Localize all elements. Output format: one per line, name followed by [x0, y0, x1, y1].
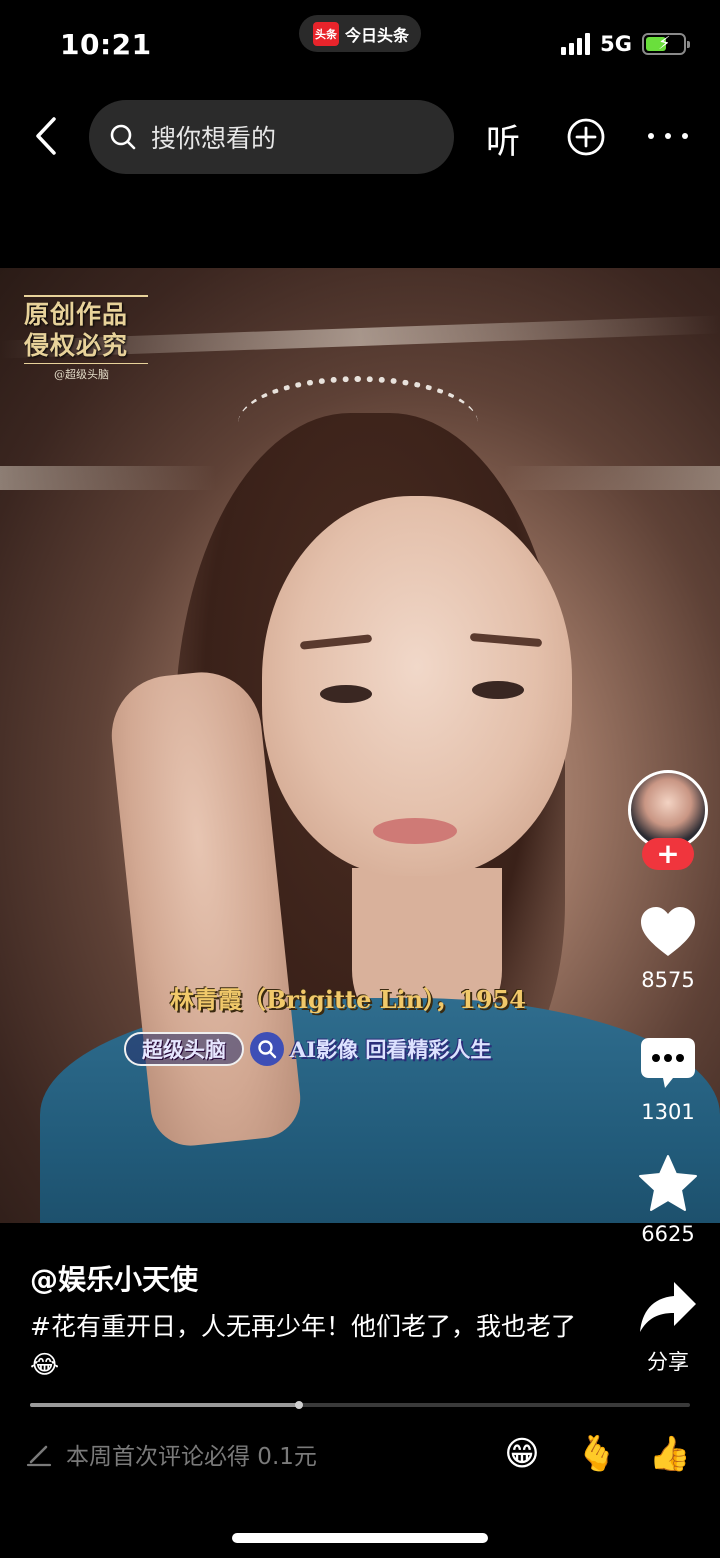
home-indicator — [232, 1533, 488, 1543]
favorite-count: 6625 — [641, 1222, 695, 1246]
video-subject-eye — [472, 681, 524, 699]
like-button[interactable]: 8575 — [628, 906, 708, 992]
more-dot — [648, 133, 654, 139]
video-progress-bar[interactable] — [30, 1401, 690, 1409]
pencil-icon — [26, 1445, 52, 1467]
comment-input[interactable]: 本周首次评论必得 0.1元 — [26, 1432, 317, 1476]
emoji-grin-button[interactable]: 😁 — [500, 1432, 544, 1476]
plus-circle-icon — [567, 118, 605, 156]
share-arrow-icon — [640, 1282, 696, 1332]
video-caption-row: 超级头脑 AI影像 回看精彩人生 — [124, 1032, 491, 1066]
video-watermark: 原创作品 侵权必究 @超级头脑 — [24, 295, 148, 382]
progress-handle[interactable] — [294, 1401, 303, 1409]
more-options-button[interactable] — [648, 128, 688, 144]
like-count: 8575 — [641, 968, 695, 992]
add-button[interactable] — [566, 117, 606, 157]
progress-fill — [30, 1403, 299, 1407]
watermark-line-2: 侵权必究 — [24, 331, 129, 360]
follow-button[interactable]: + — [642, 838, 694, 870]
more-dot — [665, 133, 671, 139]
share-label: 分享 — [647, 1350, 689, 1374]
video-subject-eye — [320, 685, 372, 703]
signal-icon — [561, 33, 591, 55]
emoji-heart-hand-button[interactable]: 🫰 — [575, 1432, 619, 1476]
watermark-handle: @超级头脑 — [54, 368, 109, 381]
comment-placeholder: 本周首次评论必得 0.1元 — [66, 1444, 317, 1470]
comment-bubble-icon — [641, 1038, 695, 1088]
description-text: #花有重开日，人无再少年！他们老了，我也老了 — [30, 1312, 576, 1341]
heart-icon — [641, 907, 695, 956]
video-subject-lips — [373, 818, 457, 844]
back-button[interactable] — [26, 114, 66, 158]
post-description: #花有重开日，人无再少年！他们老了，我也老了 😂 — [30, 1308, 590, 1384]
more-dot — [682, 133, 688, 139]
search-placeholder: 搜你想看的 — [151, 124, 277, 153]
app-logo: 头条 — [313, 21, 339, 46]
search-input[interactable]: 搜你想看的 — [89, 100, 454, 174]
search-icon — [110, 124, 136, 150]
emoji-thumbs-up-button[interactable]: 👍 — [648, 1432, 692, 1476]
status-time: 10:21 — [60, 28, 152, 61]
description-emoji: 😂 — [30, 1350, 60, 1379]
star-icon — [639, 1155, 697, 1211]
author-name[interactable]: @娱乐小天使 — [30, 1258, 198, 1298]
network-type: 5G — [600, 32, 632, 56]
comment-button[interactable]: 1301 — [628, 1036, 708, 1124]
watermark-text: 原创作品 侵权必究 — [24, 295, 148, 364]
app-indicator-pill[interactable]: 头条 今日头条 — [299, 15, 421, 52]
share-button[interactable]: 分享 — [628, 1280, 708, 1376]
listen-button[interactable]: 听 — [486, 114, 520, 163]
caption-tag: 超级头脑 — [124, 1032, 244, 1066]
chevron-left-icon — [36, 117, 56, 155]
watermark-line-1: 原创作品 — [24, 300, 129, 329]
caption-search-icon — [250, 1032, 284, 1066]
video-subject-tiara — [238, 376, 478, 471]
app-name: 今日头条 — [345, 25, 410, 45]
charging-icon: ⚡ — [658, 33, 671, 54]
battery-icon: ⚡ — [642, 33, 690, 55]
caption-slogan: AI影像 回看精彩人生 — [290, 1037, 492, 1062]
status-icons: 5G ⚡ — [561, 32, 690, 56]
video-player[interactable] — [0, 268, 720, 1223]
video-caption-name: 林青霞（Brigitte Lin），1954 — [170, 985, 526, 1014]
comment-count: 1301 — [641, 1100, 695, 1124]
favorite-button[interactable]: 6625 — [628, 1154, 708, 1246]
